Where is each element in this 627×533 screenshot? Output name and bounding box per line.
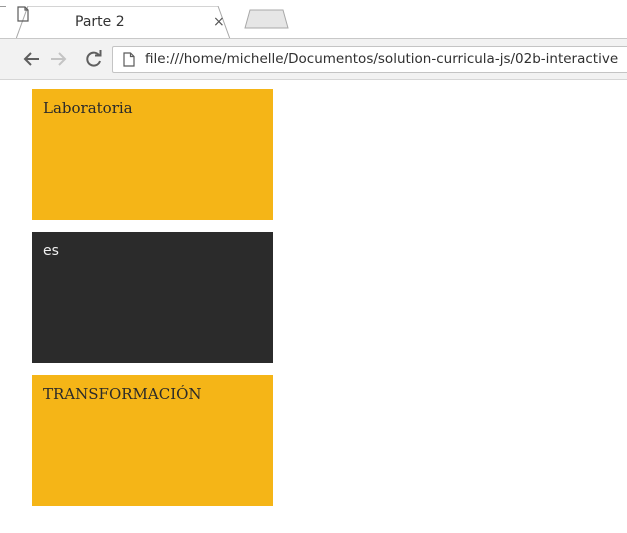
box-text: TRANSFORMACIÓN <box>43 385 202 403</box>
new-tab-shape <box>244 9 289 29</box>
reload-icon[interactable] <box>84 49 104 69</box>
box-text: Laboratoria <box>43 99 133 117</box>
tab-strip-edge <box>0 6 6 10</box>
tab-strip: Parte 2 × <box>0 0 627 39</box>
browser-tab[interactable]: Parte 2 × <box>16 6 242 39</box>
tab-close-icon[interactable]: × <box>213 12 225 32</box>
toolbar-border <box>0 79 627 80</box>
box-es: es <box>32 232 273 363</box>
address-bar[interactable]: file:///home/michelle/Documentos/solutio… <box>112 46 627 73</box>
box-text: es <box>43 243 59 259</box>
tab-title: Parte 2 <box>75 14 125 30</box>
document-icon <box>17 6 29 22</box>
new-tab-icon[interactable] <box>239 6 295 36</box>
url-text[interactable]: file:///home/michelle/Documentos/solutio… <box>145 50 618 69</box>
box-laboratoria: Laboratoria <box>32 89 273 220</box>
arrow-left-icon[interactable] <box>22 49 42 69</box>
arrow-right-icon[interactable] <box>48 49 68 69</box>
tab-shape <box>16 6 231 39</box>
page-icon <box>123 52 135 67</box>
box-transformacion: TRANSFORMACIÓN <box>32 375 273 506</box>
